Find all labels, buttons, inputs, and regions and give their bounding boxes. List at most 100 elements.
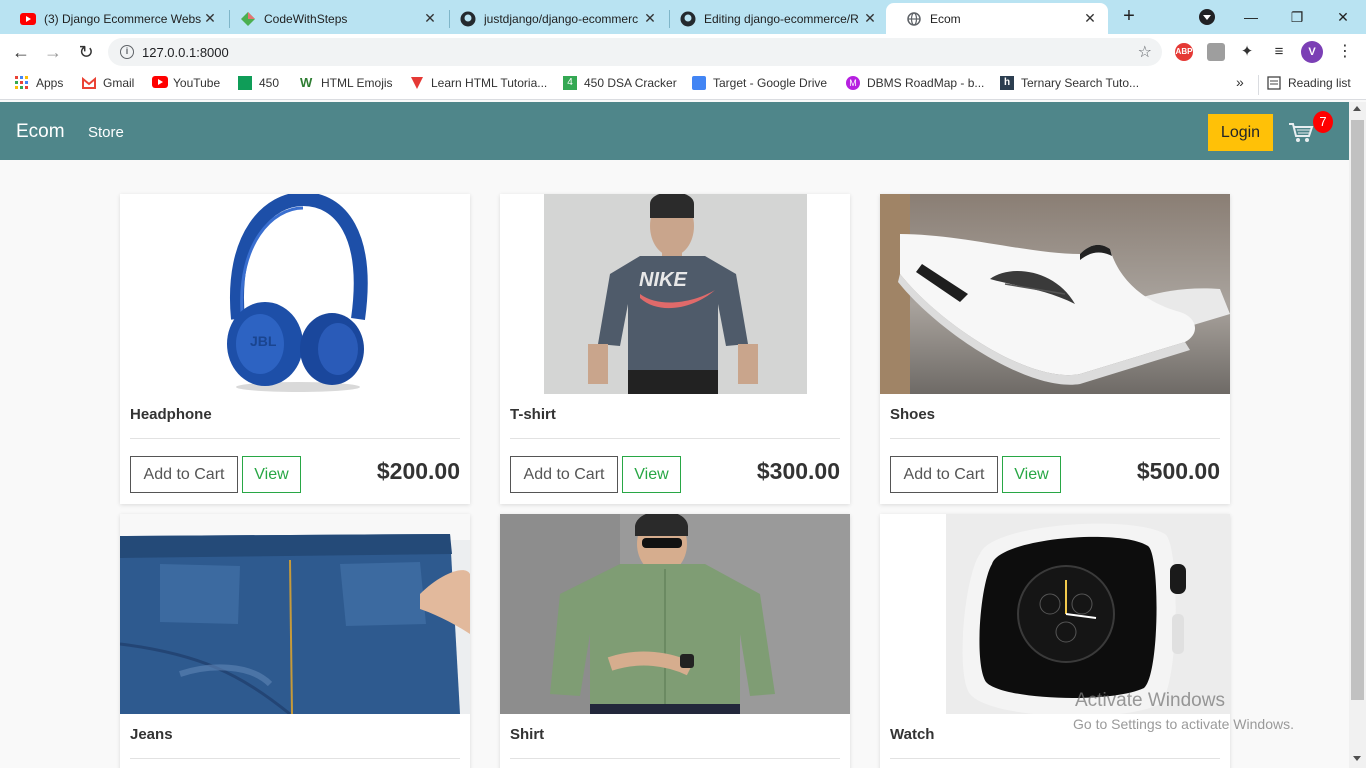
cart-count-badge: 7 — [1313, 111, 1333, 133]
tab-django-ecommerce[interactable]: (3) Django Ecommerce Webs ✕ — [0, 3, 228, 34]
product-price: $200.00 — [376, 458, 460, 484]
reading-list[interactable]: Reading list — [1267, 76, 1351, 90]
login-button[interactable]: Login — [1208, 114, 1273, 151]
bookmark-label: YouTube — [173, 76, 221, 90]
restore-icon[interactable]: ❐ — [1274, 4, 1320, 30]
media-control-icon[interactable]: ≡ — [1268, 41, 1290, 63]
product-name: Jeans — [130, 726, 173, 743]
tab-title: Ecom — [930, 11, 961, 26]
url-text[interactable]: 127.0.0.1:8000 — [142, 45, 229, 60]
divider — [130, 758, 460, 759]
number-4-icon: 4 — [563, 76, 577, 90]
product-image-shoes[interactable] — [880, 194, 1230, 394]
bookmark-star-icon[interactable]: ☆ — [1138, 42, 1152, 62]
bookmark-450-dsa[interactable]: 4 450 DSA Cracker — [563, 76, 677, 90]
site-info-icon[interactable]: i — [120, 45, 134, 59]
address-bar[interactable]: i 127.0.0.1:8000 ☆ — [108, 38, 1162, 66]
tab-editing-readme[interactable]: Editing django-ecommerce/R ✕ — [660, 3, 888, 34]
product-card: NIKE T-shirt Add to Cart View $300.00 — [500, 194, 850, 504]
bookmark-youtube[interactable]: YouTube — [152, 76, 220, 90]
product-card: Shirt — [500, 514, 850, 768]
bookmarks-overflow-chevron[interactable]: » — [1236, 74, 1244, 90]
reading-list-icon — [1267, 76, 1281, 90]
bookmark-learn-html[interactable]: Learn HTML Tutoria... — [410, 76, 547, 90]
divider — [130, 438, 460, 439]
product-price: $300.00 — [756, 458, 840, 484]
nav-store-link[interactable]: Store — [88, 124, 124, 141]
github-icon — [460, 11, 476, 27]
close-tab-icon[interactable]: ✕ — [422, 10, 438, 27]
watermark-subtitle: Go to Settings to activate Windows. — [1073, 716, 1294, 732]
close-tab-icon[interactable]: ✕ — [202, 10, 218, 27]
add-to-cart-button[interactable]: Add to Cart — [130, 456, 238, 493]
tab-codewithsteps[interactable]: CodeWithSteps ✕ — [220, 3, 448, 34]
tab-search-icon[interactable] — [1199, 9, 1215, 25]
product-image-jeans[interactable] — [120, 514, 470, 714]
site-navbar: Ecom Store Login 7 — [0, 102, 1349, 160]
adblock-extension-icon[interactable]: ABP — [1175, 43, 1193, 61]
bookmark-ternary-search[interactable]: h Ternary Search Tuto... — [1000, 76, 1139, 90]
bookmark-label: Learn HTML Tutoria... — [431, 76, 548, 90]
w3schools-icon: W — [300, 75, 313, 90]
watermark-title: Activate Windows — [1075, 690, 1225, 711]
profile-avatar[interactable]: V — [1301, 41, 1323, 63]
gmail-icon — [82, 76, 96, 90]
close-tab-icon[interactable]: ✕ — [862, 10, 878, 27]
bookmark-apps[interactable]: Apps — [15, 76, 63, 90]
divider — [510, 758, 840, 759]
divider — [510, 438, 840, 439]
menu-kebab-icon[interactable]: ⋮ — [1334, 41, 1356, 63]
tab-title: Editing django-ecommerce/R — [704, 11, 859, 26]
close-tab-icon[interactable]: ✕ — [642, 10, 658, 27]
extension-icon[interactable] — [1207, 43, 1225, 61]
close-window-icon[interactable]: ✕ — [1320, 4, 1366, 30]
svg-text:JBL: JBL — [250, 333, 277, 349]
bookmark-html-emojis[interactable]: W HTML Emojis — [300, 75, 393, 91]
product-name: Watch — [890, 726, 935, 743]
tab-ecom-active[interactable]: Ecom ✕ — [886, 3, 1108, 34]
product-image-headphone[interactable]: JBL — [120, 194, 470, 394]
product-name: Shoes — [890, 406, 936, 423]
view-button[interactable]: View — [622, 456, 681, 493]
add-to-cart-button[interactable]: Add to Cart — [510, 456, 618, 493]
add-to-cart-button[interactable]: Add to Cart — [890, 456, 998, 493]
cart-icon[interactable] — [1288, 122, 1314, 144]
minimize-icon[interactable]: — — [1228, 4, 1274, 30]
scrollbar-thumb[interactable] — [1351, 120, 1364, 700]
product-card: Shoes Add to Cart View $500.00 — [880, 194, 1230, 504]
new-tab-button[interactable]: + — [1118, 6, 1140, 28]
windows-activation-watermark: Activate Windows Go to Settings to activ… — [1073, 690, 1294, 732]
bookmark-label: DBMS RoadMap - b... — [867, 76, 985, 90]
view-button[interactable]: View — [242, 456, 301, 493]
tab-justdjango-repo[interactable]: justdjango/django-ecommerc ✕ — [440, 3, 668, 34]
scroll-up-arrow-icon[interactable] — [1353, 106, 1361, 111]
tab-strip: (3) Django Ecommerce Webs ✕ CodeWithStep… — [0, 0, 1366, 34]
bookmark-label: Gmail — [103, 76, 135, 90]
tab-title: (3) Django Ecommerce Webs — [44, 11, 202, 26]
product-image-tshirt[interactable]: NIKE — [500, 194, 850, 394]
view-button[interactable]: View — [1002, 456, 1061, 493]
product-image-shirt[interactable] — [500, 514, 850, 714]
scroll-down-arrow-icon[interactable] — [1353, 756, 1361, 761]
reload-icon[interactable]: ↻ — [75, 41, 97, 63]
divider — [890, 438, 1220, 439]
bookmark-label: 450 DSA Cracker — [584, 76, 677, 90]
extensions-puzzle-icon[interactable]: ✦ — [1236, 41, 1258, 63]
close-tab-icon[interactable]: ✕ — [1082, 10, 1098, 27]
forward-arrow-icon[interactable]: → — [42, 41, 64, 63]
tutorial-icon — [410, 76, 424, 90]
divider — [890, 758, 1220, 759]
tab-title: justdjango/django-ecommerc — [484, 11, 639, 26]
bookmark-gmail[interactable]: Gmail — [82, 76, 134, 90]
sheet-icon — [238, 76, 252, 90]
apps-grid-icon — [15, 76, 29, 90]
product-image-watch[interactable] — [880, 514, 1230, 714]
bookmark-450[interactable]: 450 — [238, 76, 279, 90]
bookmark-dbms-roadmap[interactable]: M DBMS RoadMap - b... — [846, 76, 984, 90]
site-brand[interactable]: Ecom — [16, 121, 65, 143]
bookmark-target-drive[interactable]: Target - Google Drive — [692, 76, 827, 90]
bookmark-label: HTML Emojis — [321, 76, 393, 90]
back-arrow-icon[interactable]: ← — [10, 41, 32, 63]
bookmark-label: Target - Google Drive — [713, 76, 828, 90]
page-scrollbar[interactable] — [1349, 102, 1366, 768]
